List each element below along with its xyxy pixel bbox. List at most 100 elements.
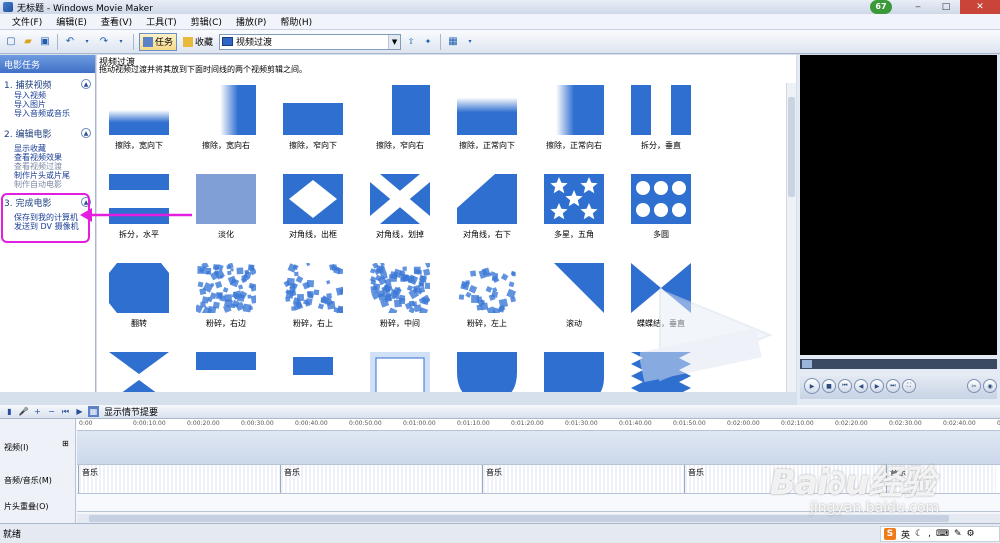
ime-language[interactable]: 英	[901, 528, 910, 541]
task-make-titles[interactable]: 制作片头或片尾	[0, 171, 95, 180]
sogou-icon[interactable]: S	[884, 528, 896, 540]
collections-button[interactable]: 收藏	[180, 33, 216, 51]
transition-tile[interactable]	[544, 352, 604, 392]
play-timeline-icon[interactable]: ▶	[74, 406, 85, 417]
zoom-in-icon[interactable]: +	[32, 406, 43, 417]
transition-tile[interactable]: 对角线，划掉	[370, 174, 430, 244]
next-icon[interactable]: ⏭	[886, 379, 900, 393]
section-title[interactable]: 1. 捕获视频 ▲	[0, 77, 95, 91]
transition-tile[interactable]: 拆分，垂直	[631, 85, 691, 155]
snapshot-icon[interactable]: ◉	[983, 379, 997, 393]
transition-tile[interactable]: 擦除，宽向下	[109, 85, 169, 155]
audio-clip[interactable]: 音乐	[78, 465, 280, 493]
transition-tile[interactable]	[370, 352, 430, 392]
task-import-video[interactable]: 导入视频	[0, 91, 95, 100]
playback-controls: ▶ ■ ⏮ ◀ ▶ ⏭ ⛶ ✂ ◉	[800, 373, 997, 399]
menu-tools[interactable]: 工具(T)	[144, 15, 179, 28]
moon-icon[interactable]: ☾	[915, 529, 923, 539]
transition-tile[interactable]: 滚动	[544, 263, 604, 333]
transition-label: 粉碎，右边	[206, 319, 246, 328]
task-view-transitions[interactable]: 查看视频过渡	[0, 162, 95, 171]
audio-clip[interactable]: 音乐	[280, 465, 482, 493]
new-project-icon[interactable]: ▢	[4, 35, 18, 49]
narrate-icon[interactable]: 🎤	[18, 406, 29, 417]
collapse-icon[interactable]: ▲	[81, 128, 91, 138]
transition-tile[interactable]: 粉碎，右边	[196, 263, 256, 333]
menu-file[interactable]: 文件(F)	[10, 15, 44, 28]
transition-tile[interactable]: 对角线，右下	[457, 174, 517, 244]
forward-icon[interactable]: ▶	[870, 379, 884, 393]
storyboard-icon[interactable]: ▦	[88, 406, 99, 417]
content-scrollbar[interactable]	[786, 83, 796, 392]
transition-tile[interactable]: 擦除，窄向右	[370, 85, 430, 155]
save-icon[interactable]: ▣	[38, 35, 52, 49]
expand-icon[interactable]: ⊞	[62, 439, 69, 448]
punctuation-icon[interactable]: ,	[928, 529, 931, 539]
transition-tile[interactable]: 多星，五角	[544, 174, 604, 244]
task-automovie[interactable]: 制作自动电影	[0, 180, 95, 189]
menu-play[interactable]: 播放(P)	[234, 15, 268, 28]
keyboard-icon[interactable]: ⌨	[936, 529, 949, 539]
zoom-out-icon[interactable]: −	[46, 406, 57, 417]
stop-icon[interactable]: ■	[822, 379, 836, 393]
transition-tile[interactable]	[283, 352, 343, 392]
fullscreen-icon[interactable]: ⛶	[902, 379, 916, 393]
transition-tile[interactable]: 粉碎，中间	[370, 263, 430, 333]
collapse-icon[interactable]: ▲	[81, 79, 91, 89]
new-folder-icon[interactable]: ✦	[421, 35, 435, 49]
scrollbar-thumb[interactable]	[788, 97, 795, 197]
open-folder-icon[interactable]: ▰	[21, 35, 35, 49]
undo-dropdown-icon[interactable]: ▾	[80, 35, 94, 49]
redo-icon[interactable]: ↷	[97, 35, 111, 49]
redo-dropdown-icon[interactable]: ▾	[114, 35, 128, 49]
seek-bar[interactable]	[800, 359, 997, 369]
movie-maker-icon	[3, 2, 13, 12]
task-import-audio[interactable]: 导入音频或音乐	[0, 109, 95, 118]
transition-tile[interactable]	[457, 352, 517, 392]
section-capture: 1. 捕获视频 ▲ 导入视频 导入图片 导入音频或音乐	[0, 77, 95, 118]
task-show-collections[interactable]: 显示收藏	[0, 144, 95, 153]
pen-icon[interactable]: ✎	[954, 529, 962, 539]
section-title[interactable]: 2. 编辑电影 ▲	[0, 126, 95, 140]
menu-help[interactable]: 帮助(H)	[278, 15, 314, 28]
minimize-button[interactable]: ‒	[904, 0, 932, 14]
close-button[interactable]: ✕	[960, 0, 1000, 14]
transition-tile[interactable]	[196, 352, 256, 392]
time-ruler[interactable]: 0:00 0:00:10.00 0:00:20.00 0:00:30.00 0:00:4…	[77, 419, 1000, 431]
transition-tile[interactable]: 擦除，窄向下	[283, 85, 343, 155]
menu-edit[interactable]: 编辑(E)	[54, 15, 89, 28]
menu-view[interactable]: 查看(V)	[99, 15, 134, 28]
tasks-button[interactable]: 任务	[139, 32, 178, 51]
collection-dropdown[interactable]: 视频过渡 ▼	[219, 33, 402, 50]
rewind-timeline-icon[interactable]: ⏮	[60, 406, 71, 417]
transition-tile[interactable]: 擦除，正常向右	[544, 85, 604, 155]
show-storyboard-label[interactable]: 显示情节提要	[104, 405, 158, 418]
undo-icon[interactable]: ↶	[63, 35, 77, 49]
transition-tile[interactable]: 擦除，正常向下	[457, 85, 517, 155]
transition-tile[interactable]: 粉碎，右上	[283, 263, 343, 333]
menu-clip[interactable]: 剪辑(C)	[189, 15, 224, 28]
view-options-icon[interactable]: ▦	[446, 35, 460, 49]
rewind-icon[interactable]: ◀	[854, 379, 868, 393]
view-dropdown-icon[interactable]: ▾	[463, 35, 477, 49]
split-clip-icon[interactable]: ✂	[967, 379, 981, 393]
settings-icon[interactable]: ⚙	[967, 529, 975, 539]
transition-tile[interactable]	[109, 352, 169, 392]
up-level-icon[interactable]: ⇧	[404, 35, 418, 49]
chevron-down-icon[interactable]: ▼	[388, 34, 401, 49]
transition-tile[interactable]: 淡化	[196, 174, 256, 244]
previous-icon[interactable]: ⏮	[838, 379, 852, 393]
transition-tile[interactable]: 擦除，宽向右	[196, 85, 256, 155]
audio-clip[interactable]: 音乐	[482, 465, 684, 493]
transition-tile[interactable]: 多圆	[631, 174, 691, 244]
transition-tile[interactable]: 粉碎，左上	[457, 263, 517, 333]
ruler-tick: 0:01:40.00	[619, 420, 652, 427]
set-audio-levels-icon[interactable]: ▮	[4, 406, 15, 417]
maximize-button[interactable]: □	[932, 0, 960, 14]
play-icon[interactable]: ▶	[804, 378, 820, 394]
transition-tile[interactable]: 对角线，出框	[283, 174, 343, 244]
transition-tile[interactable]: 翻转	[109, 263, 169, 333]
task-import-pictures[interactable]: 导入图片	[0, 100, 95, 109]
task-view-effects[interactable]: 查看视频效果	[0, 153, 95, 162]
seek-thumb[interactable]	[802, 360, 812, 368]
